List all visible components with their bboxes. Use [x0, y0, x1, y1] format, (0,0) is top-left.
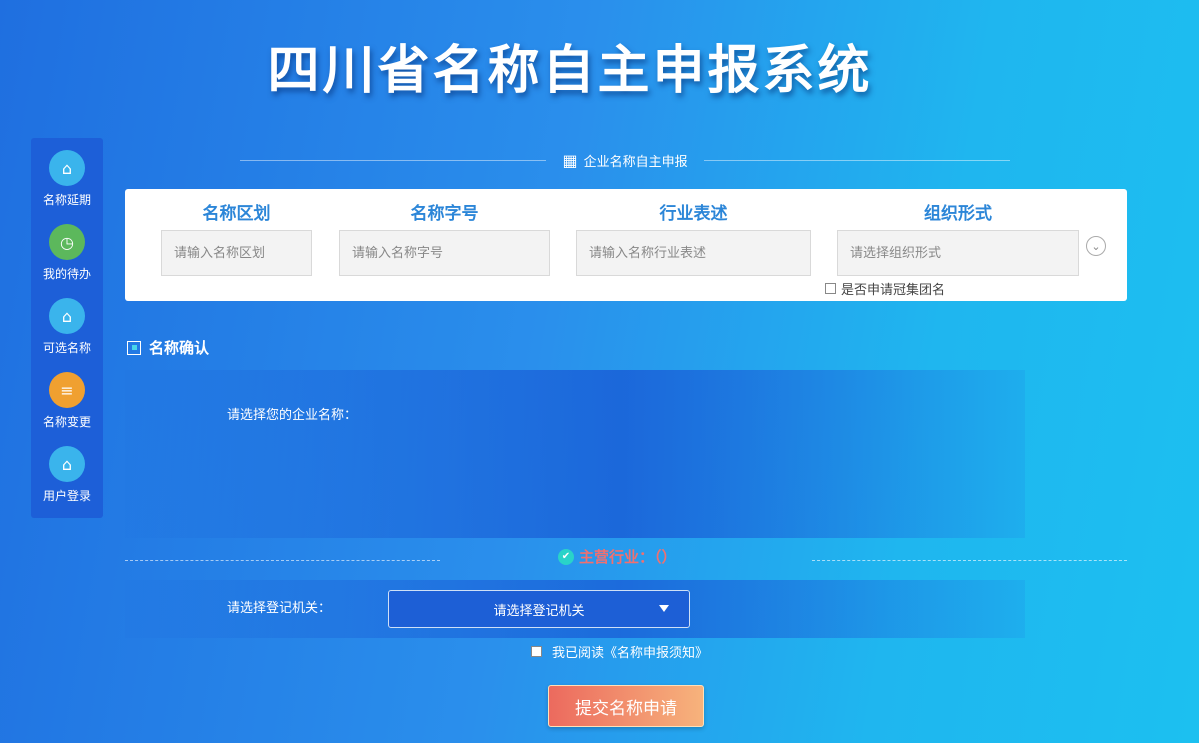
registration-select-value: 请选择登记机关 [493, 603, 585, 619]
industry-input[interactable] [576, 230, 811, 276]
org-form-label: 组织形式 [924, 204, 992, 224]
section-title: ▦ 企业名称自主申报 [562, 151, 687, 170]
agreement-checkbox[interactable] [531, 646, 542, 657]
agreement-label: 我已阅读《名称申报须知》 [552, 646, 709, 661]
check-circle-icon: ✔ [558, 548, 574, 565]
submit-button[interactable]: 提交名称申请 [548, 685, 704, 727]
org-form-select[interactable] [837, 230, 1079, 276]
choose-name-label: 请选择您的企业名称： [227, 408, 358, 423]
sidebar-item-label: 可选名称 [42, 341, 91, 355]
divider [240, 159, 547, 161]
sidebar-item-label: 用户登录 [42, 489, 91, 503]
trade-name-label: 名称字号 [410, 204, 479, 224]
sidebar-item-todo[interactable]: ◷ 我的待办 [31, 224, 103, 282]
caret-down-icon [659, 605, 669, 612]
section-header: ▦ 企业名称自主申报 [240, 150, 1011, 170]
main-industry-label: 主营行业：（） [579, 548, 677, 566]
name-options-area [125, 370, 1025, 538]
main-industry: ✔ 主营行业：（） [558, 546, 677, 567]
sidebar-item-login[interactable]: ⌂ 用户登录 [31, 446, 103, 504]
confirm-title: 名称确认 [149, 339, 210, 357]
trade-name-input[interactable] [339, 230, 550, 276]
region-field: 名称区划 [161, 199, 312, 276]
industry-field: 行业表述 [576, 199, 811, 276]
square-bullet-icon [127, 340, 141, 355]
trade-name-field: 名称字号 [339, 199, 550, 276]
region-input[interactable] [161, 230, 312, 276]
list-icon: ≡ [49, 372, 85, 408]
group-name-checkbox-row[interactable]: 是否申请冠集团名 [825, 279, 945, 298]
page-title: 四川省名称自主申报系统 [267, 41, 873, 101]
org-form-field: 组织形式 [837, 199, 1079, 276]
sidebar-item-label: 我的待办 [42, 267, 91, 281]
home-icon: ⌂ [49, 446, 85, 482]
divider [703, 159, 1011, 161]
sidebar-item-label: 名称变更 [42, 415, 91, 429]
sidebar: ⌂ 名称延期 ◷ 我的待办 ⌂ 可选名称 ≡ 名称变更 ⌂ 用户登录 [31, 138, 103, 518]
registration-select[interactable]: 请选择登记机关 [388, 590, 690, 628]
chevron-down-icon[interactable]: ⌄ [1086, 236, 1106, 256]
region-label: 名称区划 [202, 204, 271, 224]
clock-icon: ◷ [49, 224, 85, 260]
dashed-divider [812, 560, 1127, 561]
agreement-row[interactable]: 我已阅读《名称申报须知》 [531, 642, 708, 661]
group-name-checkbox[interactable] [825, 283, 836, 294]
industry-label: 行业表述 [659, 204, 728, 224]
sidebar-item-available-names[interactable]: ⌂ 可选名称 [31, 298, 103, 356]
home-icon: ⌂ [49, 150, 85, 186]
sidebar-item-extend[interactable]: ⌂ 名称延期 [31, 150, 103, 208]
section-title-text: 企业名称自主申报 [583, 154, 688, 170]
group-name-checkbox-label: 是否申请冠集团名 [841, 283, 946, 298]
sidebar-item-label: 名称延期 [42, 193, 91, 207]
registration-label: 请选择登记机关： [227, 601, 332, 616]
sidebar-item-name-change[interactable]: ≡ 名称变更 [31, 372, 103, 430]
home-icon: ⌂ [49, 298, 85, 334]
dashed-divider [125, 560, 440, 561]
confirm-header: 名称确认 [127, 337, 209, 358]
name-form-panel: 名称区划 名称字号 行业表述 组织形式 ⌄ 是否申请冠集团名 [125, 189, 1127, 301]
building-icon: ▦ [562, 150, 578, 170]
